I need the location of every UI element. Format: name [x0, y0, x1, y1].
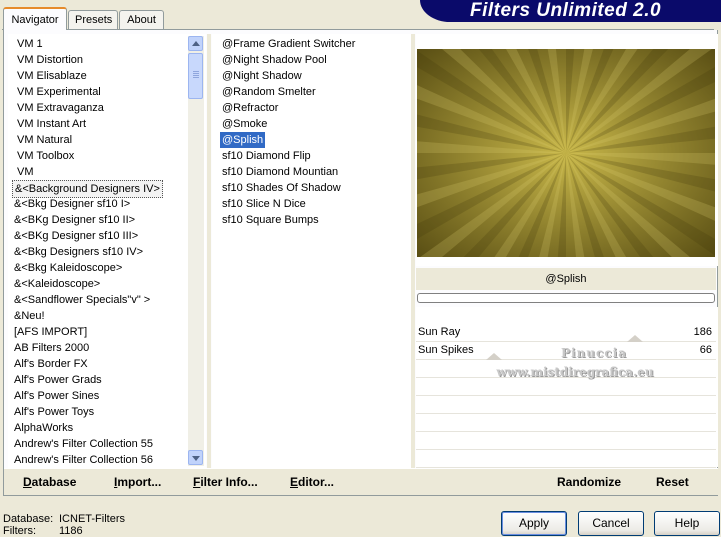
filter-item[interactable]: sf10 Square Bumps: [220, 212, 321, 228]
chevron-up-icon: [192, 41, 200, 46]
list-divider: [207, 34, 211, 468]
category-item[interactable]: VM Toolbox: [15, 148, 76, 164]
category-item[interactable]: &<Kaleidoscope>: [12, 276, 102, 292]
category-item[interactable]: VM Natural: [15, 132, 74, 148]
progress-bar: [417, 293, 715, 303]
status-filters-value: 1186: [59, 525, 83, 537]
category-item[interactable]: VM Elisablaze: [15, 68, 89, 84]
filter-item[interactable]: @Night Shadow Pool: [220, 52, 329, 68]
filter-info-button[interactable]: Filter Info...: [193, 474, 258, 490]
filter-item[interactable]: @Refractor: [220, 100, 280, 116]
cancel-button[interactable]: Cancel: [578, 511, 644, 536]
category-item[interactable]: VM Instant Art: [15, 116, 88, 132]
filter-item[interactable]: @Night Shadow: [220, 68, 304, 84]
category-item[interactable]: Alf's Power Toys: [12, 404, 96, 420]
scroll-down-button[interactable]: [188, 450, 203, 465]
category-item[interactable]: Alf's Border FX: [12, 356, 90, 372]
param-row-empty: [416, 450, 716, 468]
selected-filter-label: @Splish: [416, 268, 716, 290]
app-title: Filters Unlimited 2.0: [470, 0, 662, 21]
status-filters-label: Filters:: [3, 525, 36, 537]
database-button[interactable]: Database: [23, 474, 76, 490]
tab-navigator[interactable]: Navigator: [3, 7, 67, 30]
category-item[interactable]: AB Filters 2000: [12, 340, 91, 356]
reset-button[interactable]: Reset: [656, 474, 689, 490]
filter-item[interactable]: @Smoke: [220, 116, 269, 132]
category-item[interactable]: &<Bkg Kaleidoscope>: [12, 260, 124, 276]
tab-presets[interactable]: Presets: [68, 10, 118, 29]
category-item[interactable]: VM Extravaganza: [15, 100, 106, 116]
category-item[interactable]: AlphaWorks: [12, 420, 75, 436]
tab-about[interactable]: About: [119, 10, 164, 29]
scroll-thumb[interactable]: [188, 53, 203, 99]
category-item[interactable]: Andrew's Filter Collection 55: [12, 436, 155, 452]
list-divider-right: [411, 34, 415, 468]
apply-button[interactable]: Apply: [501, 511, 567, 536]
category-list[interactable]: VM 1 VM Distortion VM Elisablaze VM Experim…: [8, 34, 206, 468]
filter-item[interactable]: @Splish: [220, 132, 266, 148]
param-label: Sun Ray: [418, 326, 461, 338]
status-database-label: Database:: [3, 513, 54, 525]
category-item[interactable]: &Neu!: [12, 308, 47, 324]
preview-image: [306, 0, 721, 413]
randomize-button[interactable]: Randomize: [557, 474, 621, 490]
filter-item[interactable]: sf10 Diamond Mountian: [220, 164, 340, 180]
watermark-line2: www.mistdiregrafica.eu: [496, 365, 654, 379]
filter-item[interactable]: @Frame Gradient Switcher: [220, 36, 357, 52]
editor-button[interactable]: Editor...: [290, 474, 334, 490]
import-button[interactable]: Import...: [114, 474, 161, 490]
slider-thumb[interactable]: [486, 353, 502, 360]
param-row-empty: [416, 432, 716, 450]
scroll-up-button[interactable]: [188, 36, 203, 51]
category-item[interactable]: &<Bkg Designers sf10 IV>: [12, 244, 145, 260]
category-item[interactable]: VM: [15, 164, 36, 180]
category-item[interactable]: VM 1: [15, 36, 45, 52]
category-item[interactable]: &<Sandflower Specials"v" >: [12, 292, 152, 308]
category-item[interactable]: &<BKg Designer sf10 III>: [12, 228, 140, 244]
param-row-empty: [416, 414, 716, 432]
status-database-value: ICNET-Filters: [59, 513, 125, 525]
filter-item[interactable]: sf10 Shades Of Shadow: [220, 180, 343, 196]
category-item[interactable]: Alf's Power Sines: [12, 388, 101, 404]
param-value: 186: [693, 326, 712, 338]
category-scrollbar[interactable]: [188, 36, 204, 466]
chevron-down-icon: [192, 456, 200, 461]
filter-item[interactable]: sf10 Slice N Dice: [220, 196, 308, 212]
category-item[interactable]: VM Experimental: [15, 84, 103, 100]
filter-item[interactable]: @Random Smelter: [220, 84, 318, 100]
category-item[interactable]: Andrew's Filter Collection 56: [12, 452, 155, 468]
param-row-empty: [416, 378, 716, 396]
category-item[interactable]: Alf's Power Grads: [12, 372, 104, 388]
filter-list[interactable]: @Frame Gradient Switcher @Night Shadow Po…: [212, 34, 411, 468]
category-item[interactable]: VM Distortion: [15, 52, 85, 68]
watermark-line1: Pinuccia: [561, 346, 627, 360]
param-label: Sun Spikes: [418, 344, 474, 356]
help-button[interactable]: Help: [654, 511, 720, 536]
param-row-empty: [416, 396, 716, 414]
filter-item[interactable]: sf10 Diamond Flip: [220, 148, 313, 164]
category-item[interactable]: [AFS IMPORT]: [12, 324, 89, 340]
category-item[interactable]: &<Bkg Designer sf10 I>: [12, 196, 132, 212]
param-value: 66: [699, 344, 712, 356]
category-item[interactable]: &<BKg Designer sf10 II>: [12, 212, 137, 228]
slider-thumb[interactable]: [627, 335, 643, 342]
param-row[interactable]: Sun Ray 186: [416, 324, 716, 342]
